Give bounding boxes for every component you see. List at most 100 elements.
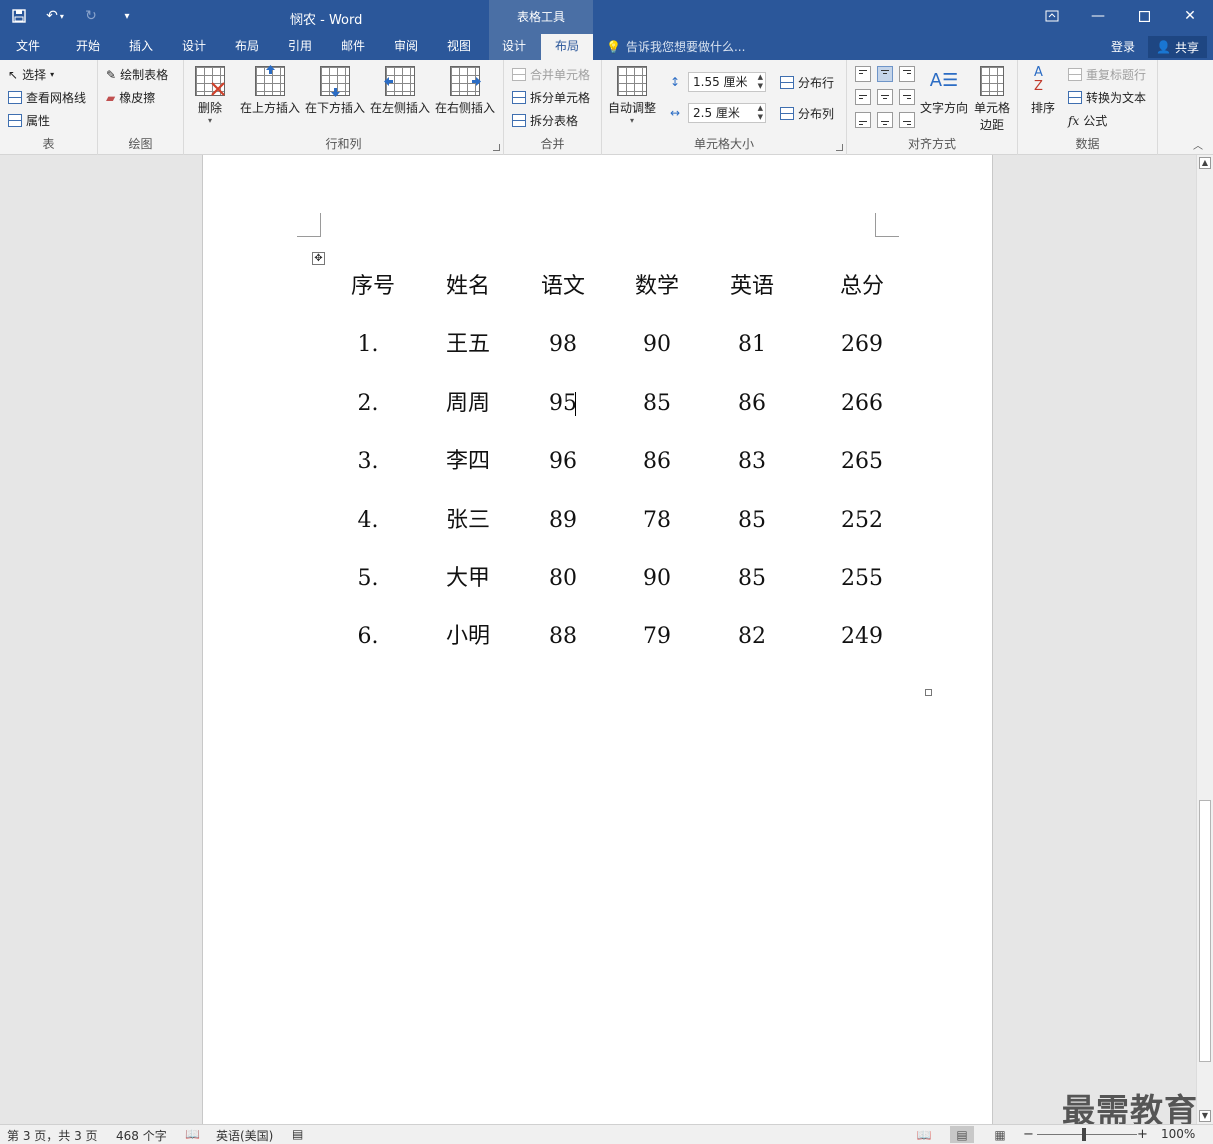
text-direction-button[interactable]: A☰ 文字方向: [918, 66, 970, 116]
tab-table-design[interactable]: 设计: [489, 34, 539, 60]
tell-me-box[interactable]: 💡 告诉我您想要做什么...: [606, 38, 745, 55]
split-table-icon: [512, 114, 526, 127]
minimize-icon[interactable]: —: [1075, 0, 1121, 32]
title-bar: ↶ ▾ ↻ ▾ 悯农 - Word 表格工具 — ✕: [0, 0, 1213, 34]
repeat-header-rows-button[interactable]: 重复标题行: [1068, 66, 1146, 83]
tab-mailings[interactable]: 邮件: [327, 34, 379, 60]
spinner-arrows-icon[interactable]: ▲ ▼: [758, 73, 763, 91]
undo-icon[interactable]: ↶ ▾: [44, 6, 66, 26]
autofit-button[interactable]: 自动调整 ▾: [606, 66, 658, 125]
table-move-handle-icon[interactable]: ✥: [312, 252, 325, 265]
spinner-arrows-icon[interactable]: ▲ ▼: [758, 104, 763, 122]
properties-button[interactable]: 属性: [8, 112, 50, 129]
language-indicator[interactable]: 英语(美国): [216, 1127, 273, 1144]
sort-button[interactable]: AZ 排序: [1024, 66, 1062, 116]
zoom-slider-thumb[interactable]: [1082, 1128, 1086, 1141]
split-cells-button[interactable]: 拆分单元格: [512, 89, 590, 106]
table-cell[interactable]: 269: [802, 330, 922, 360]
web-layout-icon[interactable]: ▦: [988, 1126, 1012, 1143]
insert-left-button[interactable]: 在左侧插入: [369, 66, 431, 116]
delete-button[interactable]: 删除 ▾: [190, 66, 230, 125]
align-top-center-icon[interactable]: [877, 66, 893, 82]
table-cell[interactable]: 265: [802, 447, 922, 477]
table-cell[interactable]: 85: [692, 564, 812, 594]
align-bottom-left-icon[interactable]: [855, 112, 871, 128]
merge-cells-icon: [512, 68, 526, 81]
table-cell[interactable]: 85: [692, 506, 812, 536]
read-mode-icon[interactable]: 📖: [912, 1126, 936, 1143]
tab-insert[interactable]: 插入: [115, 34, 167, 60]
align-middle-left-icon[interactable]: [855, 89, 871, 105]
scroll-thumb[interactable]: [1199, 800, 1211, 1062]
table-cell[interactable]: 249: [802, 622, 922, 652]
table-cell[interactable]: 83: [692, 447, 812, 477]
select-button[interactable]: ↖ 选择 ▾: [8, 66, 54, 83]
eraser-button[interactable]: ▰ 橡皮擦: [106, 89, 155, 106]
tab-home[interactable]: 开始: [62, 34, 114, 60]
print-layout-icon[interactable]: ▤: [950, 1126, 974, 1143]
login-link[interactable]: 登录: [1111, 38, 1135, 55]
insert-above-button[interactable]: 在上方插入: [239, 65, 301, 116]
distribute-rows-button[interactable]: 分布行: [780, 74, 834, 91]
page-count[interactable]: 第 3 页，共 3 页: [7, 1127, 98, 1144]
tab-review[interactable]: 审阅: [380, 34, 432, 60]
table-resize-handle[interactable]: [925, 689, 932, 696]
tab-layout[interactable]: 布局: [221, 34, 273, 60]
formula-button[interactable]: fx 公式: [1068, 112, 1107, 129]
table-cell[interactable]: 255: [802, 564, 922, 594]
scroll-up-icon[interactable]: ▲: [1199, 157, 1211, 169]
tab-design[interactable]: 设计: [168, 34, 220, 60]
close-icon[interactable]: ✕: [1167, 0, 1213, 32]
tab-table-layout[interactable]: 布局: [541, 34, 593, 60]
collapse-ribbon-icon[interactable]: ︿: [1193, 137, 1203, 152]
align-middle-right-icon[interactable]: [899, 89, 915, 105]
redo-icon[interactable]: ↻: [80, 6, 102, 26]
column-width-spinner[interactable]: ↔ 2.5 厘米 ▲ ▼: [670, 103, 766, 123]
table-cell[interactable]: 82: [692, 622, 812, 652]
table-cell[interactable]: 81: [692, 330, 812, 360]
scroll-down-icon[interactable]: ▼: [1199, 1110, 1211, 1122]
macro-icon[interactable]: ▤: [292, 1127, 303, 1141]
draw-table-button[interactable]: ✎ 绘制表格: [106, 66, 168, 83]
zoom-in-icon[interactable]: +: [1137, 1127, 1148, 1142]
zoom-slider-track[interactable]: [1037, 1134, 1137, 1135]
maximize-icon[interactable]: [1121, 0, 1167, 32]
row-height-spinner[interactable]: ↕ 1.55 厘米 ▲ ▼: [670, 72, 766, 92]
merge-cells-button[interactable]: 合并单元格: [512, 66, 590, 83]
word-count[interactable]: 468 个字: [116, 1127, 167, 1144]
table-header-cell[interactable]: 英语: [692, 272, 812, 302]
ribbon: ↖ 选择 ▾ 查看网格线 属性 表 ✎ 绘制表格 ▰ 橡皮擦 绘图 删除 ▾ 在…: [0, 60, 1213, 155]
share-button[interactable]: 👤 共享: [1148, 36, 1207, 58]
row-height-input[interactable]: 1.55 厘米 ▲ ▼: [688, 72, 766, 92]
vertical-scrollbar[interactable]: ▲ ▼: [1196, 155, 1213, 1124]
align-middle-center-icon[interactable]: [877, 89, 893, 105]
text-cursor: [575, 392, 576, 416]
dialog-launcher-icon[interactable]: [493, 144, 500, 151]
align-bottom-right-icon[interactable]: [899, 112, 915, 128]
distribute-columns-button[interactable]: 分布列: [780, 105, 834, 122]
align-top-left-icon[interactable]: [855, 66, 871, 82]
table-cell[interactable]: 86: [692, 389, 812, 419]
ribbon-display-options-icon[interactable]: [1029, 0, 1075, 32]
zoom-level[interactable]: 100%: [1161, 1127, 1195, 1141]
tab-file[interactable]: 文件: [4, 34, 52, 60]
align-top-right-icon[interactable]: [899, 66, 915, 82]
align-bottom-center-icon[interactable]: [877, 112, 893, 128]
tab-view[interactable]: 视图: [433, 34, 485, 60]
save-icon[interactable]: [8, 6, 30, 26]
table-header-cell[interactable]: 总分: [802, 272, 922, 302]
insert-right-button[interactable]: 在右侧插入: [434, 66, 496, 116]
cell-margins-button[interactable]: 单元格 边距: [970, 66, 1014, 133]
convert-to-text-button[interactable]: 转换为文本: [1068, 89, 1146, 106]
column-width-input[interactable]: 2.5 厘米 ▲ ▼: [688, 103, 766, 123]
table-cell[interactable]: 252: [802, 506, 922, 536]
insert-below-button[interactable]: 在下方插入: [304, 66, 366, 116]
split-table-button[interactable]: 拆分表格: [512, 112, 578, 129]
dialog-launcher-icon[interactable]: [836, 144, 843, 151]
proofing-icon[interactable]: 📖: [185, 1127, 200, 1141]
view-gridlines-button[interactable]: 查看网格线: [8, 89, 86, 106]
customize-qat-icon[interactable]: ▾: [116, 6, 138, 26]
zoom-out-icon[interactable]: −: [1023, 1127, 1034, 1142]
table-cell[interactable]: 266: [802, 389, 922, 419]
tab-references[interactable]: 引用: [274, 34, 326, 60]
